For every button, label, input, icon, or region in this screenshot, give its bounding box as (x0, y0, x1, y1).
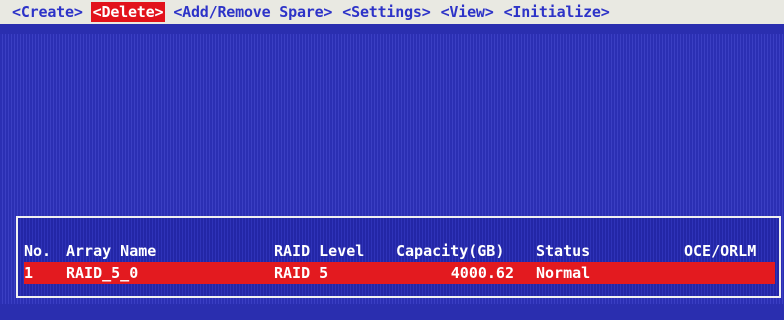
cell-no: 1 (24, 264, 34, 282)
menu-create[interactable]: <Create> (10, 2, 85, 22)
menu-initialize[interactable]: <Initialize> (502, 2, 612, 22)
cell-array-name: RAID_5_0 (66, 264, 139, 282)
column-header-raid-level: RAID Level (274, 242, 365, 260)
array-list-panel: No. Array Name RAID Level Capacity(GB) S… (16, 216, 781, 298)
table-header-row: No. Array Name RAID Level Capacity(GB) S… (24, 240, 775, 262)
column-header-capacity: Capacity(GB) (396, 242, 505, 260)
column-header-array-name: Array Name (66, 242, 157, 260)
column-header-status: Status (536, 242, 591, 260)
menu-divider (0, 24, 784, 34)
cell-status: Normal (536, 264, 591, 282)
menu-view[interactable]: <View> (439, 2, 496, 22)
bottom-strip (0, 304, 784, 320)
menu-settings[interactable]: <Settings> (340, 2, 432, 22)
cell-raid-level: RAID 5 (274, 264, 329, 282)
menu-bar: <Create> <Delete> <Add/Remove Spare> <Se… (0, 0, 784, 24)
raid-configuration-screen: <Create> <Delete> <Add/Remove Spare> <Se… (0, 0, 784, 320)
cell-capacity: 4000.62 (450, 264, 514, 282)
column-header-no: No. (24, 242, 52, 260)
menu-add-remove-spare[interactable]: <Add/Remove Spare> (171, 2, 334, 22)
menu-delete[interactable]: <Delete> (90, 2, 166, 22)
column-header-oce-orlm: OCE/ORLM (684, 242, 757, 260)
table-row[interactable]: 1 RAID_5_0 RAID 5 4000.62 Normal (24, 262, 775, 284)
